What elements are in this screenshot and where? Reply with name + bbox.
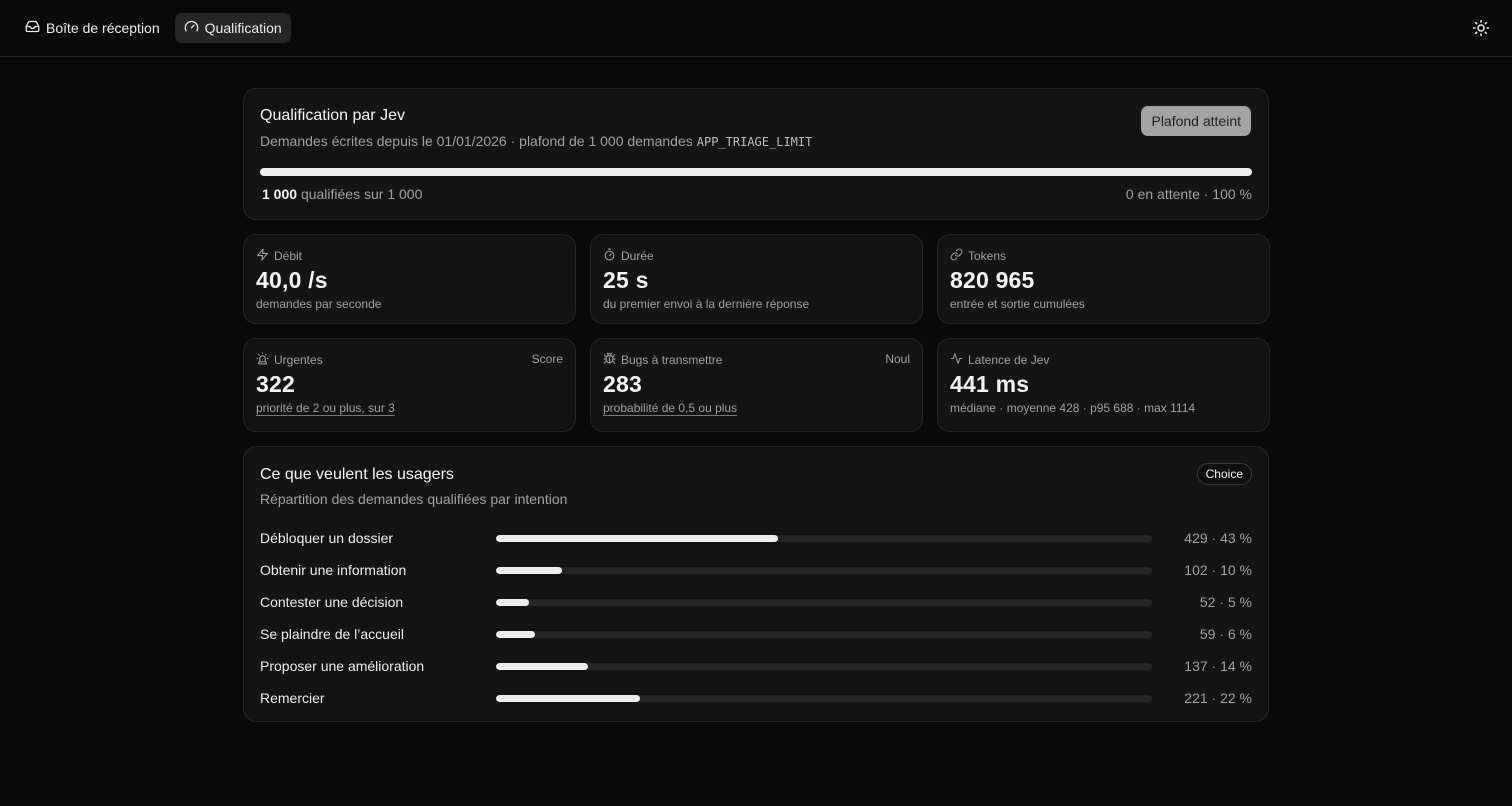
intent-label: Proposer une amélioration xyxy=(260,658,425,674)
intent-bar-fill xyxy=(496,694,641,702)
stat-value: 40,0 /s xyxy=(256,267,328,293)
main-content: Qualification par Jev Demandes écrites d… xyxy=(243,88,1270,722)
intent-value: 137 · 14 % xyxy=(1184,658,1252,674)
intents-card: Ce que veulent les usagers Répartition d… xyxy=(243,446,1269,722)
intent-list: Débloquer un dossier 429 · 43 % Obtenir un… xyxy=(260,522,1252,714)
gauge-icon xyxy=(184,19,199,37)
stat-value: 25 s xyxy=(603,267,649,293)
qualified-count: 1 000 qualifiées sur 1 000 xyxy=(260,186,422,202)
stat-value: 322 xyxy=(256,371,295,397)
intent-bar-fill xyxy=(496,662,588,670)
intent-bar-track xyxy=(496,662,1152,670)
stat-label: Tokens xyxy=(968,248,1007,263)
intent-value: 102 · 10 % xyxy=(1184,562,1252,578)
stat-value: 283 xyxy=(603,371,642,397)
bug-icon xyxy=(603,352,616,368)
intent-row: Proposer une amélioration 137 · 14 % xyxy=(260,650,1252,682)
choice-pill[interactable]: Choice xyxy=(1196,463,1252,485)
intent-value: 429 · 43 % xyxy=(1184,530,1252,546)
intents-title: Ce que veulent les usagers xyxy=(260,466,454,483)
intent-row: Remercier 221 · 22 % xyxy=(260,682,1252,714)
intent-bar-track xyxy=(496,534,1152,542)
intent-bar-fill xyxy=(496,630,536,638)
intent-label: Contester une décision xyxy=(260,594,404,610)
stat-label: Bugs à transmettre xyxy=(621,352,723,367)
tab-qualification-label: Qualification xyxy=(204,20,282,36)
stat-description-link[interactable]: probabilité de 0,5 ou plus xyxy=(603,401,737,415)
stat-description: médiane · moyenne 428 · p95 688 · max 11… xyxy=(950,401,1196,415)
inbox-icon xyxy=(25,19,40,37)
cap-reached-badge: Plafond atteint xyxy=(1141,106,1251,136)
intent-label: Remercier xyxy=(260,690,325,706)
qualified-number: 1 000 xyxy=(262,186,298,202)
intent-bar-track xyxy=(496,694,1152,702)
intent-bar-track xyxy=(496,566,1152,574)
intent-value: 59 · 6 % xyxy=(1199,626,1252,642)
stat-card-tokens: Tokens 820 965 entrée et sortie cumulées xyxy=(937,234,1270,324)
stat-card-urgentes: Urgentes Score 322 priorité de 2 ou plus… xyxy=(243,338,576,432)
quota-progress-bar xyxy=(260,168,1252,176)
intent-row: Débloquer un dossier 429 · 43 % xyxy=(260,522,1252,554)
stat-card-debit: Débit 40,0 /s demandes par seconde xyxy=(243,234,576,324)
link-icon xyxy=(950,248,963,264)
stat-label: Urgentes xyxy=(274,352,323,367)
top-nav: Boîte de réception Qualification xyxy=(0,0,1512,57)
quota-title: Qualification par Jev xyxy=(260,107,405,124)
intent-label: Se plaindre de l’accueil xyxy=(260,626,404,642)
intent-bar-track xyxy=(496,598,1152,606)
intent-row: Se plaindre de l’accueil 59 · 6 % xyxy=(260,618,1252,650)
tab-qualification[interactable]: Qualification xyxy=(174,13,291,43)
intent-value: 221 · 22 % xyxy=(1184,690,1252,706)
intent-label: Débloquer un dossier xyxy=(260,530,394,546)
stat-tag: Noul xyxy=(885,352,910,366)
stat-description: du premier envoi à la dernière réponse xyxy=(603,297,810,311)
intents-subtitle: Répartition des demandes qualifiées par … xyxy=(260,491,568,507)
stat-value: 820 965 xyxy=(950,267,1035,293)
stat-description-link[interactable]: priorité de 2 ou plus, sur 3 xyxy=(256,401,395,415)
intent-bar-fill xyxy=(496,534,779,542)
intent-value: 52 · 5 % xyxy=(1199,594,1252,610)
stat-card-duree: Durée 25 s du premier envoi à la dernièr… xyxy=(590,234,923,324)
quota-subtitle-text: Demandes écrites depuis le 01/01/2026 · … xyxy=(260,133,693,149)
stat-label: Durée xyxy=(621,248,654,263)
bolt-icon xyxy=(256,248,269,264)
stat-description: entrée et sortie cumulées xyxy=(950,297,1085,311)
intent-bar-track xyxy=(496,630,1152,638)
pulse-icon xyxy=(950,352,963,368)
env-var-code: APP_TRIAGE_LIMIT xyxy=(696,135,813,149)
tab-inbox-label: Boîte de réception xyxy=(46,20,160,36)
intent-row: Obtenir une information 102 · 10 % xyxy=(260,554,1252,586)
quota-card: Qualification par Jev Demandes écrites d… xyxy=(243,88,1269,220)
stat-card-bugs: Bugs à transmettre Noul 283 probabilité … xyxy=(590,338,923,432)
intent-row: Contester une décision 52 · 5 % xyxy=(260,586,1252,618)
stat-tag: Score xyxy=(531,352,563,366)
stat-card-latence: Latence de Jev 441 ms médiane · moyenne … xyxy=(937,338,1270,432)
theme-toggle-icon[interactable] xyxy=(1472,19,1490,37)
stats-grid: Débit 40,0 /s demandes par seconde Durée… xyxy=(243,234,1270,432)
stat-label: Latence de Jev xyxy=(968,352,1050,367)
stat-description: demandes par seconde xyxy=(256,297,382,311)
intent-bar-fill xyxy=(496,566,562,574)
intent-bar-fill xyxy=(496,598,529,606)
intent-label: Obtenir une information xyxy=(260,562,407,578)
quota-footer: 1 000 qualifiées sur 1 000 0 en attente … xyxy=(260,186,1252,202)
pending-status: 0 en attente · 100 % xyxy=(1125,186,1252,202)
siren-icon xyxy=(256,352,269,368)
stat-label: Débit xyxy=(274,248,303,263)
stopwatch-icon xyxy=(603,248,616,264)
tab-inbox[interactable]: Boîte de réception xyxy=(16,13,169,43)
quota-subtitle: Demandes écrites depuis le 01/01/2026 · … xyxy=(260,132,1252,151)
stat-value: 441 ms xyxy=(950,371,1030,397)
qualified-suffix: qualifiées sur 1 000 xyxy=(300,186,423,202)
